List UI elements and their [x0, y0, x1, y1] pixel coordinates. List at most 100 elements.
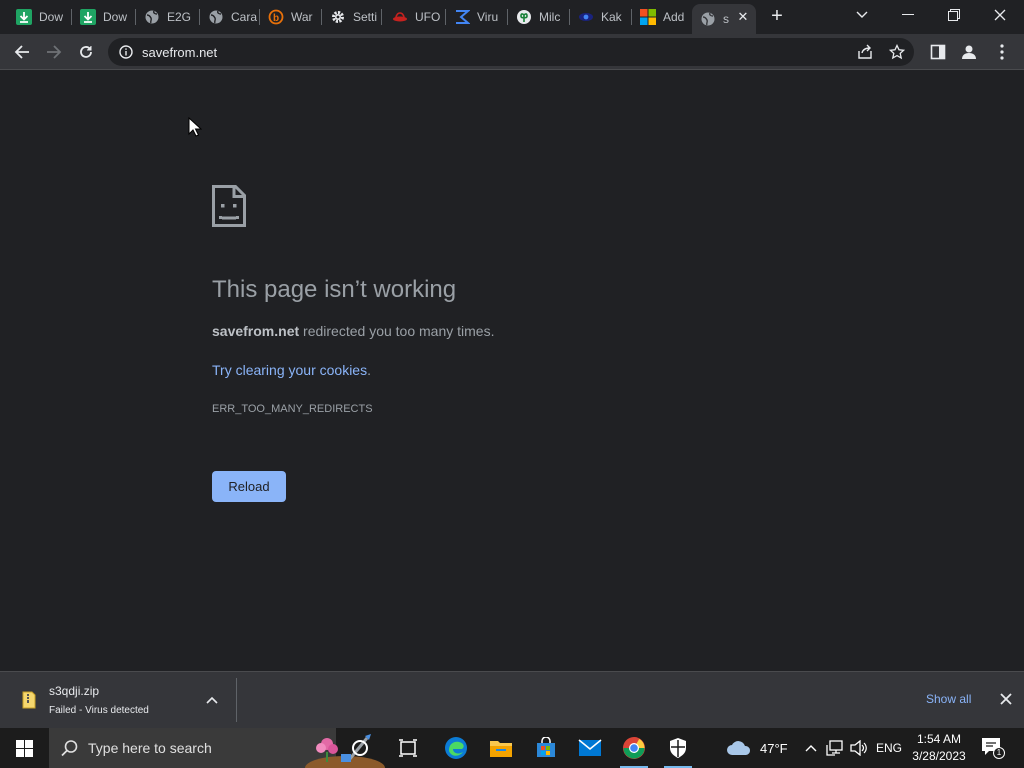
- download-item[interactable]: s3qdji.zip Failed - Virus detected: [0, 672, 236, 728]
- network-icon: [826, 740, 843, 756]
- share-icon: [858, 44, 872, 59]
- close-window-button[interactable]: [980, 2, 1020, 28]
- mouse-cursor-icon: [188, 117, 202, 137]
- input-language[interactable]: ENG: [876, 728, 902, 768]
- error-domain: savefrom.net: [212, 323, 300, 339]
- eye-icon: [578, 9, 594, 25]
- taskbar-security[interactable]: [656, 728, 700, 768]
- tab-close-icon[interactable]: ✕: [736, 10, 750, 24]
- tab-kak[interactable]: Kak: [570, 4, 630, 30]
- new-tab-button[interactable]: +: [766, 6, 788, 28]
- taskbar-edge[interactable]: [434, 728, 478, 768]
- search-placeholder: Type here to search: [88, 740, 212, 756]
- speaker-icon: [850, 740, 867, 756]
- clear-cookies-link[interactable]: Try clearing your cookies: [212, 362, 367, 378]
- tab-download-1[interactable]: Dow: [8, 4, 70, 30]
- error-page: This page isn’t working savefrom.net red…: [0, 70, 1024, 671]
- tab-settings[interactable]: Setti: [322, 4, 378, 30]
- chevron-down-icon: [856, 11, 868, 18]
- download-filename: s3qdji.zip: [49, 684, 100, 698]
- address-bar[interactable]: savefrom.net: [108, 38, 914, 66]
- bookmark-button[interactable]: [889, 44, 905, 60]
- cortana-circle-icon: [352, 740, 368, 756]
- b-logo-icon: b: [268, 9, 284, 25]
- cortana-button[interactable]: [338, 728, 382, 768]
- mail-icon: [578, 739, 602, 756]
- tab-add[interactable]: Add: [632, 4, 690, 30]
- forward-button[interactable]: [42, 40, 66, 64]
- error-title: This page isn’t working: [212, 276, 457, 303]
- cloud-icon: [727, 741, 751, 755]
- tab-separator: [381, 9, 382, 25]
- tab-war[interactable]: b War: [260, 4, 320, 30]
- show-all-downloads-link[interactable]: Show all: [926, 692, 971, 706]
- taskbar-mail[interactable]: [568, 728, 612, 768]
- edge-icon: [445, 737, 467, 759]
- weather-widget[interactable]: 47°F: [726, 728, 788, 768]
- tab-milc[interactable]: Milc: [508, 4, 568, 30]
- url-text[interactable]: savefrom.net: [142, 45, 217, 60]
- menu-button[interactable]: [993, 43, 1011, 61]
- action-center-button[interactable]: 1: [980, 736, 1006, 760]
- volume-button[interactable]: [849, 728, 869, 768]
- globe-icon: [700, 11, 716, 27]
- side-panel-icon: [930, 44, 946, 60]
- back-button[interactable]: [10, 40, 34, 64]
- sad-page-icon: [212, 185, 246, 227]
- task-view-button[interactable]: [386, 728, 430, 768]
- windows-taskbar: Type here to search 47°F ENG 1:54 AM 3/2…: [0, 728, 1024, 768]
- download-status: Failed - Virus detected: [49, 705, 149, 716]
- minimize-icon: [902, 14, 914, 15]
- profile-button[interactable]: [960, 43, 978, 61]
- globe-icon: [144, 9, 160, 25]
- chevron-up-icon: [206, 696, 218, 704]
- tab-virus[interactable]: Viru: [446, 4, 506, 30]
- refresh-icon: [80, 46, 92, 58]
- tab-download-2[interactable]: Dow: [72, 4, 134, 30]
- tab-e2g[interactable]: E2G: [136, 4, 198, 30]
- network-button[interactable]: [825, 728, 845, 768]
- tab-search-button[interactable]: [842, 2, 882, 28]
- reload-toolbar-button[interactable]: [74, 40, 98, 64]
- arrow-left-icon: [14, 45, 29, 59]
- zip-file-icon: [22, 691, 36, 709]
- microsoft-icon: [640, 9, 656, 25]
- download-options-button[interactable]: [204, 692, 220, 708]
- tab-ufo[interactable]: UFO: [384, 4, 442, 30]
- info-icon[interactable]: [119, 45, 133, 59]
- globe-icon: [208, 9, 224, 25]
- tab-savefrom-active[interactable]: s ✕: [692, 4, 756, 34]
- minimize-button[interactable]: [888, 2, 928, 28]
- gear-icon: [330, 9, 346, 25]
- error-code: ERR_TOO_MANY_REDIRECTS: [212, 403, 373, 415]
- avatar-icon: [962, 45, 976, 59]
- taskbar-file-explorer[interactable]: [479, 728, 523, 768]
- taskbar-store[interactable]: [524, 728, 568, 768]
- search-icon: [61, 740, 78, 757]
- reload-button[interactable]: Reload: [212, 471, 286, 502]
- arrow-right-icon: [47, 45, 62, 59]
- share-button[interactable]: [857, 44, 873, 60]
- taskbar-chrome[interactable]: [612, 728, 656, 768]
- clock-date: 3/28/2023: [912, 749, 966, 763]
- svg-text:b: b: [273, 13, 279, 24]
- task-view-icon: [399, 739, 417, 757]
- system-clock[interactable]: 1:54 AM 3/28/2023: [906, 731, 972, 765]
- close-shelf-button[interactable]: [998, 691, 1014, 707]
- error-description-text: redirected you too many times.: [299, 323, 495, 339]
- show-hidden-icons-button[interactable]: [803, 728, 819, 768]
- notification-count-badge: 1: [993, 747, 1005, 759]
- sigma-icon: [454, 9, 470, 25]
- clock-time: 1:54 AM: [916, 732, 962, 746]
- taskbar-search-box[interactable]: Type here to search: [49, 728, 385, 768]
- clear-cookies-suggestion: Try clearing your cookies.: [212, 362, 371, 378]
- close-icon: [1000, 693, 1012, 705]
- chevron-up-icon: [805, 745, 817, 752]
- tab-cara[interactable]: Cara: [200, 4, 258, 30]
- restore-button[interactable]: [934, 2, 974, 28]
- kebab-menu-icon: [1000, 44, 1004, 60]
- side-panel-button[interactable]: [929, 43, 947, 61]
- browser-toolbar: savefrom.net: [0, 34, 1024, 70]
- start-button[interactable]: [0, 728, 48, 768]
- shield-icon: [670, 738, 686, 758]
